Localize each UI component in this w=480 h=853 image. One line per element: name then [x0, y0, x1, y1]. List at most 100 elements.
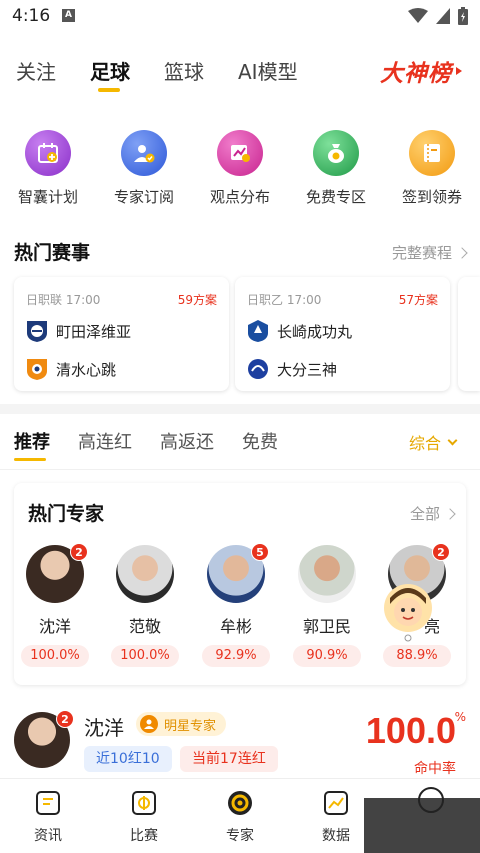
tab-free[interactable]: 免费 — [242, 428, 278, 454]
news-icon — [34, 789, 62, 817]
expert-hit-rate: 100.0% — [21, 645, 89, 667]
avatar — [298, 545, 356, 603]
recent-record-tag: 近10红10 — [84, 746, 172, 772]
hot-matches-title: 热门赛事 — [14, 242, 91, 264]
calendar-plus-icon — [25, 130, 71, 176]
feature-think-tank[interactable]: 智囊计划 — [0, 130, 96, 207]
team-row-home: 町田泽维亚 — [26, 319, 131, 343]
expert-hit-rate: 92.9% — [202, 645, 270, 667]
team-crest-icon — [248, 320, 268, 342]
hot-matches-header: 热门赛事 完整赛程 — [14, 238, 468, 268]
tab-basketball[interactable]: 篮球 — [164, 56, 204, 85]
tab-ai-model[interactable]: AI模型 — [238, 56, 298, 85]
feature-label: 签到领券 — [401, 188, 462, 206]
status-bar: 4:16 A — [0, 0, 480, 34]
team-name: 清水心跳 — [56, 360, 117, 379]
status-icons — [408, 7, 468, 25]
tab-football[interactable]: 足球 — [90, 56, 130, 85]
feature-label: 观点分布 — [209, 188, 270, 206]
tab-indicator — [14, 458, 46, 461]
match-icon — [130, 789, 158, 817]
expert-hit-rate: 88.9% — [383, 645, 451, 667]
feature-label: 专家订阅 — [113, 188, 174, 206]
expert-icon — [226, 789, 254, 817]
match-card[interactable]: 日职乙 17:00 57方案 长崎成功丸 大分三神 — [235, 277, 450, 391]
expert-list-item[interactable]: 2 沈洋 明星专家 近10红10 当前17连红 100.0 % 命中率 — [0, 700, 480, 777]
nav-news[interactable]: 资讯 — [18, 789, 78, 845]
all-experts-link[interactable]: 全部 — [409, 503, 456, 524]
team-name: 町田泽维亚 — [56, 322, 132, 341]
expert-name: 沈洋 — [84, 716, 124, 740]
hit-rate-unit: % — [454, 710, 466, 724]
arrow-right-icon — [456, 67, 462, 75]
expert-hit-rate: 90.9% — [293, 645, 361, 667]
expert-name: 沈洋 — [38, 617, 71, 636]
tab-recommend[interactable]: 推荐 — [14, 428, 50, 454]
coupon-icon — [409, 130, 455, 176]
expert-item[interactable]: 5 牟彬 92.9% — [201, 543, 271, 667]
feature-checkin[interactable]: 签到领券 — [384, 130, 480, 207]
match-card[interactable]: 日职联 17:00 59方案 町田泽维亚 清水心跳 — [14, 277, 229, 391]
avatar — [116, 545, 174, 603]
hot-experts-title: 热门专家 — [28, 503, 105, 525]
feature-label: 智囊计划 — [17, 188, 78, 206]
hot-experts-header: 热门专家 全部 — [28, 499, 456, 529]
team-row-away: 大分三神 — [247, 357, 337, 381]
team-row-away: 清水心跳 — [26, 357, 116, 381]
signal-icon — [436, 8, 450, 24]
avatar: 2 — [26, 543, 88, 603]
feature-free-zone[interactable]: 免费专区 — [288, 130, 384, 207]
expert-hit-rate: 100.0% — [111, 645, 179, 667]
match-league-time: 日职乙 17:00 — [247, 293, 322, 307]
all-experts-label: 全部 — [409, 505, 440, 523]
tab-high-streak[interactable]: 高连红 — [78, 428, 132, 454]
notification-badge: 5 — [251, 543, 269, 561]
feature-label: 免费专区 — [305, 188, 366, 206]
feature-subscribe[interactable]: 专家订阅 — [96, 130, 192, 207]
expert-name: 牟彬 — [219, 617, 252, 636]
team-crest-icon — [248, 359, 268, 379]
notification-icon: A — [62, 9, 75, 22]
sort-dropdown[interactable]: 综合 — [408, 430, 458, 454]
full-schedule-link[interactable]: 完整赛程 — [391, 242, 468, 263]
wifi-icon — [408, 8, 428, 23]
money-bag-icon — [313, 130, 359, 176]
sort-label: 综合 — [408, 434, 441, 453]
status-time: 4:16 — [12, 6, 51, 26]
notification-badge: 2 — [432, 543, 450, 561]
chart-share-icon — [217, 130, 263, 176]
match-plans-count: 57方案 — [398, 293, 438, 307]
expert-item[interactable]: 郭卫民 90.9% — [292, 545, 362, 667]
team-name: 长崎成功丸 — [277, 322, 353, 341]
tab-high-return[interactable]: 高返还 — [160, 428, 214, 454]
leaderboard-label: 大神榜 — [380, 61, 452, 87]
assistant-float-button[interactable] — [382, 582, 434, 642]
expert-item[interactable]: 范敬 100.0% — [110, 545, 180, 667]
nav-label: 比赛 — [130, 828, 158, 844]
tab-indicator — [98, 88, 120, 92]
full-schedule-label: 完整赛程 — [391, 244, 452, 262]
section-divider — [0, 404, 480, 414]
nav-expert[interactable]: 专家 — [210, 789, 270, 845]
team-name: 大分三神 — [277, 360, 338, 379]
feature-opinion[interactable]: 观点分布 — [192, 130, 288, 207]
hit-rate-label: 命中率 — [414, 761, 456, 777]
match-plans-count: 59方案 — [177, 293, 217, 307]
streak-tag: 当前17连红 — [180, 746, 278, 772]
star-expert-label: 明星专家 — [164, 718, 217, 734]
feature-grid: 智囊计划 专家订阅 观点分布 免费专区 签到领券 — [0, 130, 480, 212]
hit-rate-value: 100.0 — [365, 710, 456, 751]
avatar: 5 — [207, 543, 269, 603]
nav-match[interactable]: 比赛 — [114, 789, 174, 845]
expert-item[interactable]: 2 沈洋 100.0% — [20, 543, 90, 667]
match-card-peek — [458, 277, 480, 391]
leaderboard-link[interactable]: 大神榜 — [380, 54, 462, 88]
expert-name: 范敬 — [128, 617, 161, 636]
tab-follow[interactable]: 关注 — [16, 56, 56, 85]
nav-label: 数据 — [322, 828, 350, 844]
avatar: 2 — [14, 710, 74, 768]
nav-data[interactable]: 数据 — [306, 789, 366, 845]
match-league-time: 日职联 17:00 — [26, 293, 101, 307]
team-crest-icon — [27, 321, 47, 342]
notification-badge: 2 — [56, 710, 74, 728]
